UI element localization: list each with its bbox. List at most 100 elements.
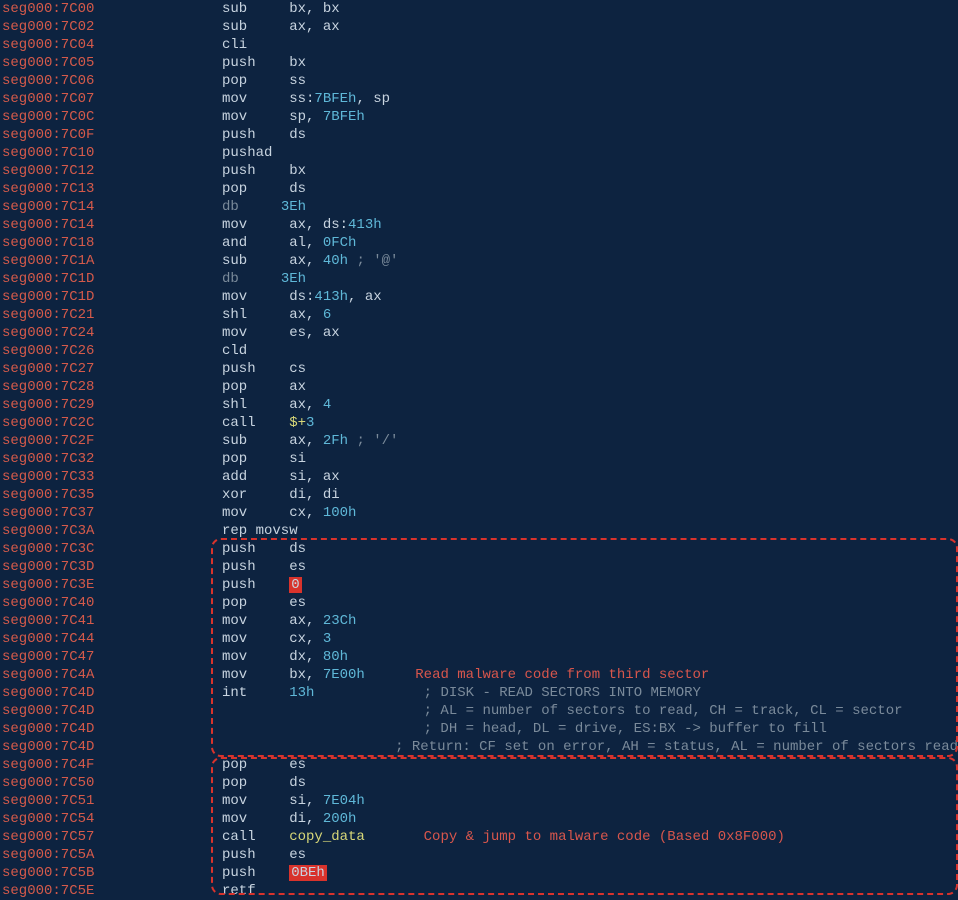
asm-line[interactable]: seg000:7C44mov cx, 3	[0, 630, 958, 648]
asm-line[interactable]: seg000:7C57call copy_data Copy & jump to…	[0, 828, 958, 846]
instruction: cli	[222, 36, 247, 54]
asm-line[interactable]: seg000:7C07mov ss:7BFEh, sp	[0, 90, 958, 108]
asm-line[interactable]: seg000:7C3Dpush es	[0, 558, 958, 576]
address: seg000:7C3A	[0, 522, 222, 540]
address: seg000:7C21	[0, 306, 222, 324]
asm-line[interactable]: seg000:7C12push bx	[0, 162, 958, 180]
instruction: shl ax, 4	[222, 396, 331, 414]
instruction: mov sp, 7BFEh	[222, 108, 365, 126]
address: seg000:7C14	[0, 198, 222, 216]
asm-line[interactable]: seg000:7C5Eretf	[0, 882, 958, 900]
address: seg000:7C35	[0, 486, 222, 504]
asm-line[interactable]: seg000:7C4D ; AL = number of sectors to …	[0, 702, 958, 720]
asm-line[interactable]: seg000:7C0Cmov sp, 7BFEh	[0, 108, 958, 126]
instruction: mov cx, 100h	[222, 504, 356, 522]
asm-line[interactable]: seg000:7C4Fpop es	[0, 756, 958, 774]
address: seg000:7C10	[0, 144, 222, 162]
asm-line[interactable]: seg000:7C1Asub ax, 40h ; '@'	[0, 252, 958, 270]
instruction: int 13h ; DISK - READ SECTORS INTO MEMOR…	[222, 684, 701, 702]
address: seg000:7C3C	[0, 540, 222, 558]
instruction: pop es	[222, 756, 306, 774]
asm-line[interactable]: seg000:7C47mov dx, 80h	[0, 648, 958, 666]
asm-line[interactable]: seg000:7C4Amov bx, 7E00h Read malware co…	[0, 666, 958, 684]
address: seg000:7C00	[0, 0, 222, 18]
instruction: mov cx, 3	[222, 630, 331, 648]
asm-line[interactable]: seg000:7C0Fpush ds	[0, 126, 958, 144]
asm-line[interactable]: seg000:7C5Apush es	[0, 846, 958, 864]
instruction: sub ax, ax	[222, 18, 340, 36]
asm-line[interactable]: seg000:7C14db 3Eh	[0, 198, 958, 216]
address: seg000:7C07	[0, 90, 222, 108]
asm-line[interactable]: seg000:7C3Arep movsw	[0, 522, 958, 540]
instruction: push 0BEh	[222, 864, 327, 882]
asm-line[interactable]: seg000:7C33add si, ax	[0, 468, 958, 486]
asm-line[interactable]: seg000:7C4D ; DH = head, DL = drive, ES:…	[0, 720, 958, 738]
asm-line[interactable]: seg000:7C40pop es	[0, 594, 958, 612]
instruction: xor di, di	[222, 486, 340, 504]
instruction: push bx	[222, 54, 306, 72]
address: seg000:7C12	[0, 162, 222, 180]
asm-line[interactable]: seg000:7C1Dmov ds:413h, ax	[0, 288, 958, 306]
asm-line[interactable]: seg000:7C06pop ss	[0, 72, 958, 90]
asm-line[interactable]: seg000:7C50pop ds	[0, 774, 958, 792]
address: seg000:7C4F	[0, 756, 222, 774]
instruction: retf	[222, 882, 256, 900]
asm-line[interactable]: seg000:7C2Fsub ax, 2Fh ; '/'	[0, 432, 958, 450]
instruction: rep movsw	[222, 522, 298, 540]
asm-line[interactable]: seg000:7C04cli	[0, 36, 958, 54]
asm-line[interactable]: seg000:7C10pushad	[0, 144, 958, 162]
asm-line[interactable]: seg000:7C13pop ds	[0, 180, 958, 198]
asm-line[interactable]: seg000:7C21shl ax, 6	[0, 306, 958, 324]
address: seg000:7C24	[0, 324, 222, 342]
address: seg000:7C4A	[0, 666, 222, 684]
address: seg000:7C1D	[0, 270, 222, 288]
asm-line[interactable]: seg000:7C27push cs	[0, 360, 958, 378]
instruction: push es	[222, 846, 306, 864]
asm-line[interactable]: seg000:7C4D ; Return: CF set on error, A…	[0, 738, 958, 756]
asm-line[interactable]: seg000:7C35xor di, di	[0, 486, 958, 504]
instruction: mov di, 200h	[222, 810, 356, 828]
instruction: push ds	[222, 126, 306, 144]
instruction: call copy_data Copy & jump to malware co…	[222, 828, 785, 846]
asm-line[interactable]: seg000:7C3Cpush ds	[0, 540, 958, 558]
asm-line[interactable]: seg000:7C5Bpush 0BEh	[0, 864, 958, 882]
asm-line[interactable]: seg000:7C14mov ax, ds:413h	[0, 216, 958, 234]
asm-line[interactable]: seg000:7C18and al, 0FCh	[0, 234, 958, 252]
address: seg000:7C14	[0, 216, 222, 234]
address: seg000:7C5A	[0, 846, 222, 864]
address: seg000:7C40	[0, 594, 222, 612]
asm-line[interactable]: seg000:7C26cld	[0, 342, 958, 360]
instruction: push cs	[222, 360, 306, 378]
asm-line[interactable]: seg000:7C00sub bx, bx	[0, 0, 958, 18]
instruction: mov si, 7E04h	[222, 792, 365, 810]
asm-line[interactable]: seg000:7C4Dint 13h ; DISK - READ SECTORS…	[0, 684, 958, 702]
asm-line[interactable]: seg000:7C2Ccall $+3	[0, 414, 958, 432]
instruction: sub ax, 2Fh ; '/'	[222, 432, 398, 450]
address: seg000:7C28	[0, 378, 222, 396]
asm-line[interactable]: seg000:7C28pop ax	[0, 378, 958, 396]
instruction: ; Return: CF set on error, AH = status, …	[193, 738, 958, 756]
asm-line[interactable]: seg000:7C3Epush 0	[0, 576, 958, 594]
address: seg000:7C4D	[0, 684, 222, 702]
asm-line[interactable]: seg000:7C1Ddb 3Eh	[0, 270, 958, 288]
asm-line[interactable]: seg000:7C54mov di, 200h	[0, 810, 958, 828]
address: seg000:7C29	[0, 396, 222, 414]
instruction: db 3Eh	[222, 270, 306, 288]
address: seg000:7C57	[0, 828, 222, 846]
instruction: call $+3	[222, 414, 314, 432]
asm-line[interactable]: seg000:7C29shl ax, 4	[0, 396, 958, 414]
instruction: push ds	[222, 540, 306, 558]
address: seg000:7C1D	[0, 288, 222, 306]
instruction: pop es	[222, 594, 306, 612]
asm-line[interactable]: seg000:7C05push bx	[0, 54, 958, 72]
asm-line[interactable]: seg000:7C41mov ax, 23Ch	[0, 612, 958, 630]
disassembly-listing: seg000:7C00sub bx, bxseg000:7C02sub ax, …	[0, 0, 958, 900]
asm-line[interactable]: seg000:7C37mov cx, 100h	[0, 504, 958, 522]
address: seg000:7C1A	[0, 252, 222, 270]
instruction: sub ax, 40h ; '@'	[222, 252, 398, 270]
asm-line[interactable]: seg000:7C51mov si, 7E04h	[0, 792, 958, 810]
asm-line[interactable]: seg000:7C24mov es, ax	[0, 324, 958, 342]
asm-line[interactable]: seg000:7C32pop si	[0, 450, 958, 468]
asm-line[interactable]: seg000:7C02sub ax, ax	[0, 18, 958, 36]
address: seg000:7C4D	[0, 720, 222, 738]
